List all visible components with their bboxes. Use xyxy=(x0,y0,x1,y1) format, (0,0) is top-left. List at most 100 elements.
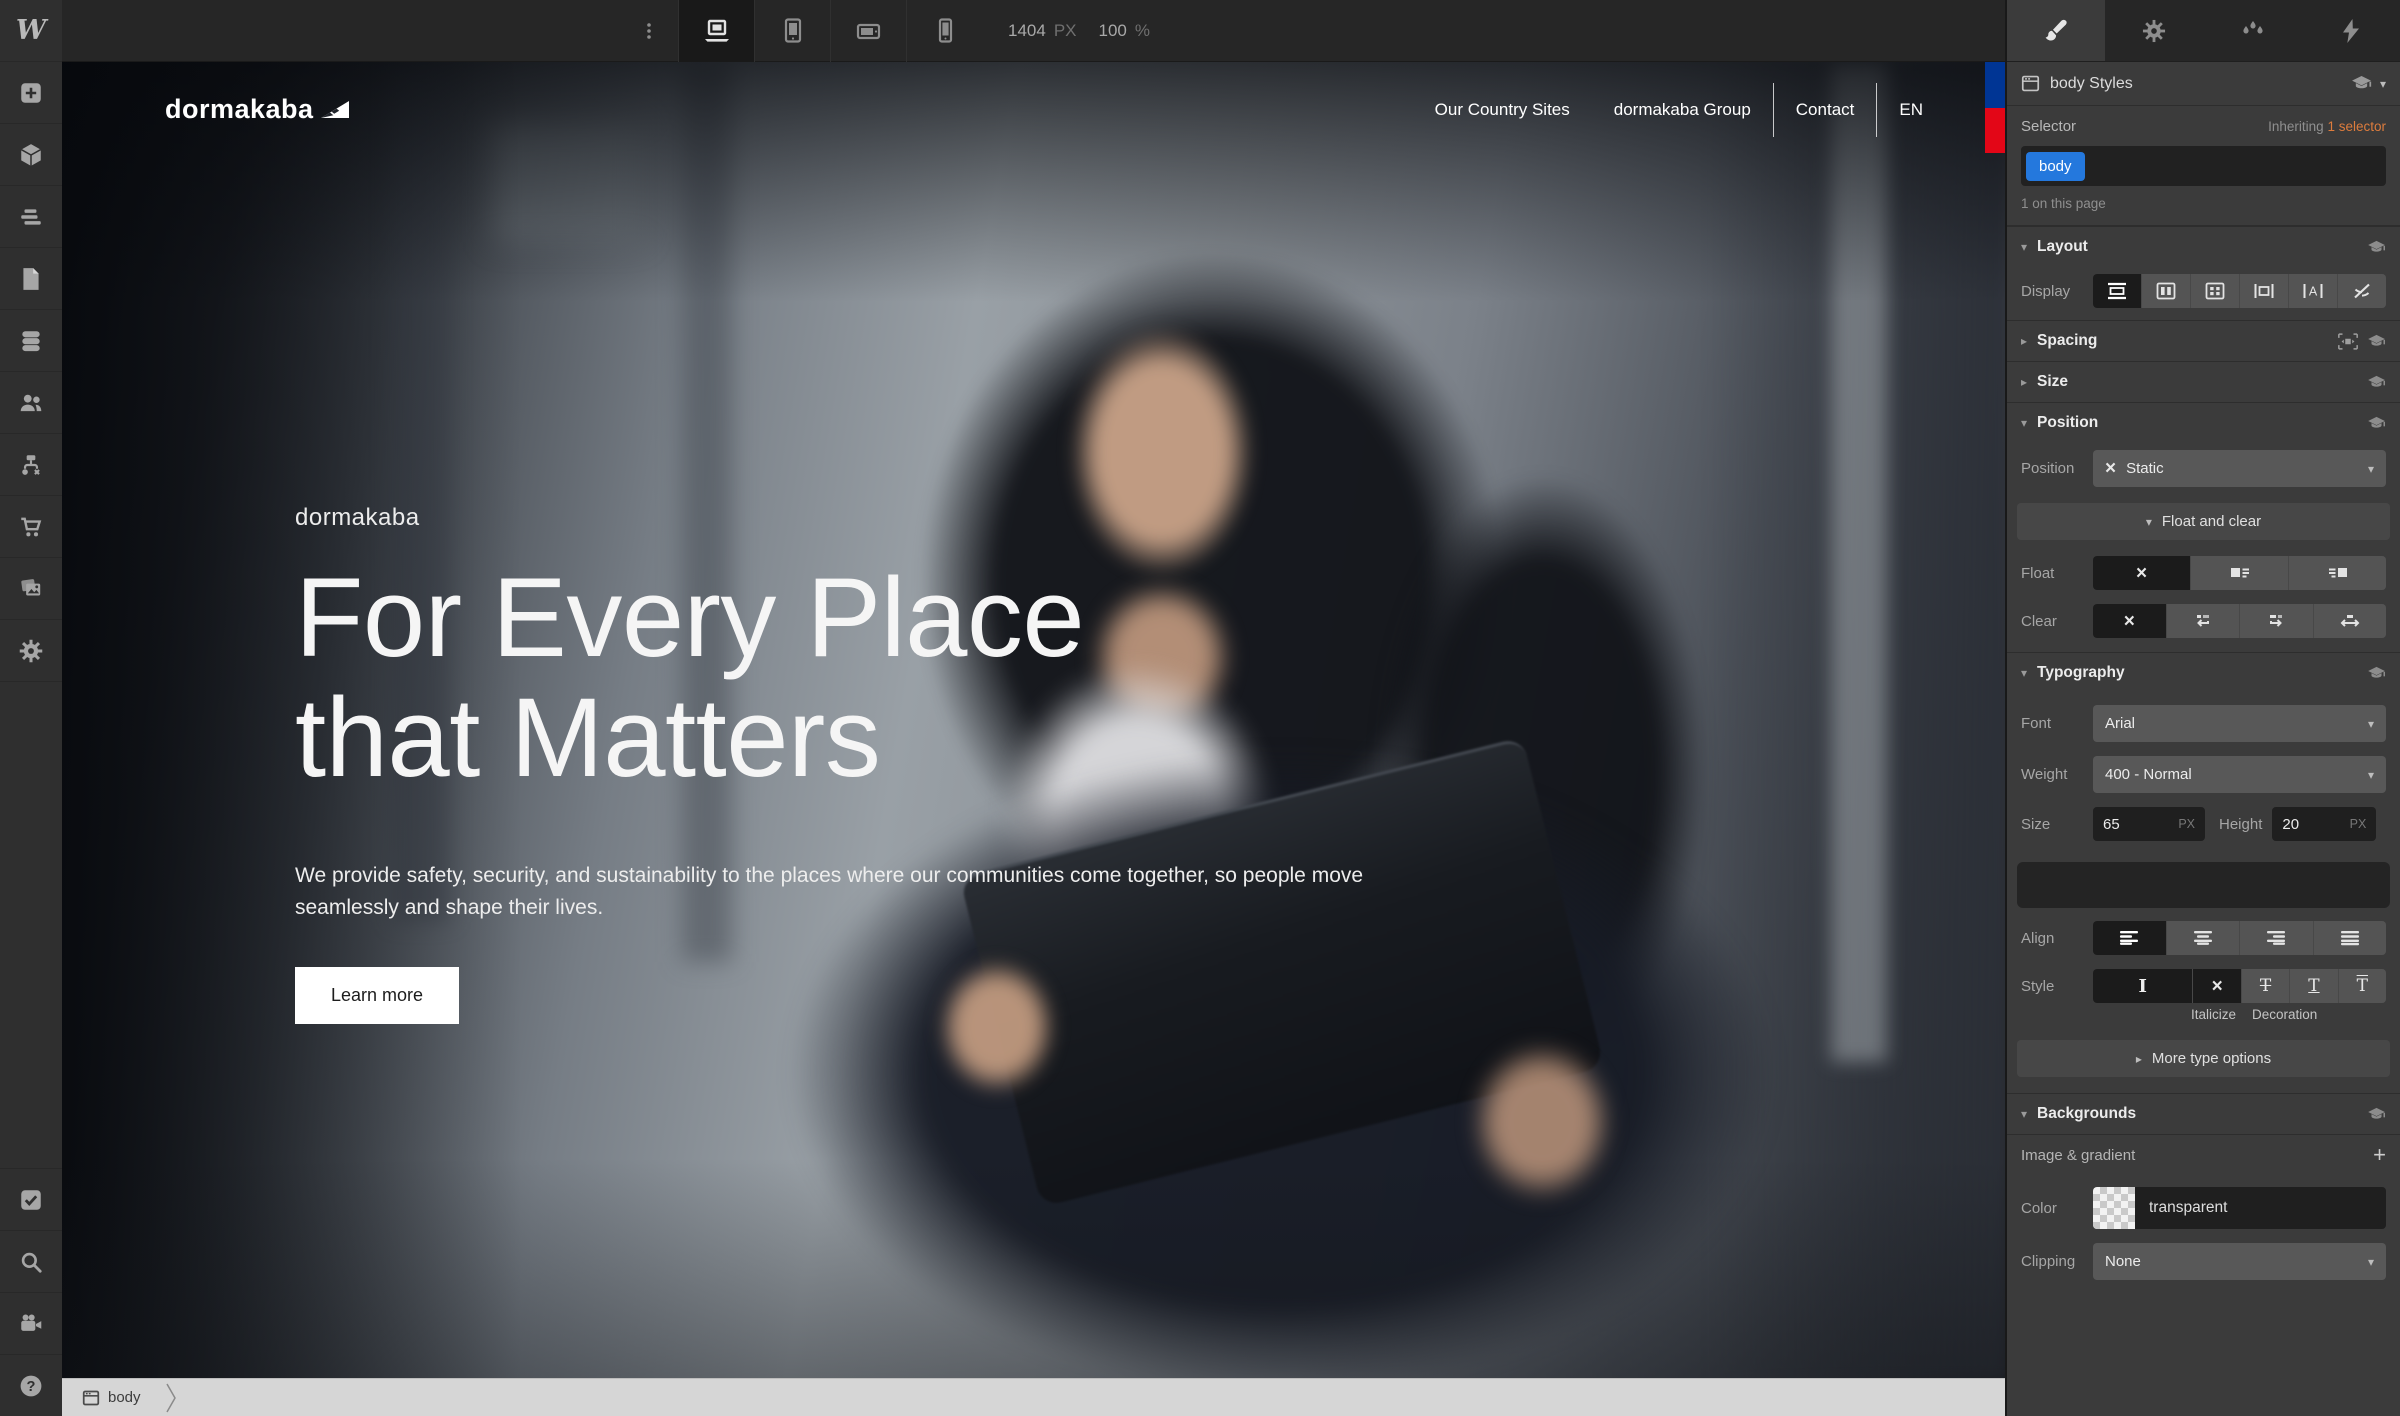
decoration-overline-button[interactable]: T xyxy=(2339,969,2386,1003)
italic-button[interactable]: I xyxy=(2093,969,2192,1003)
background-color-label: Color xyxy=(2021,1200,2093,1217)
font-size-input[interactable]: 65 PX xyxy=(2093,807,2205,841)
images-icon xyxy=(18,576,44,602)
selector-input[interactable]: body xyxy=(2021,146,2386,186)
spacing-box-icon[interactable] xyxy=(2337,333,2359,350)
section-spacing[interactable]: ▸ Spacing xyxy=(2007,320,2400,361)
clear-both-button[interactable] xyxy=(2314,604,2387,638)
decoration-underline-button[interactable]: T xyxy=(2290,969,2337,1003)
components-button[interactable] xyxy=(0,124,62,186)
plus-square-icon xyxy=(18,80,44,106)
display-none-button[interactable] xyxy=(2338,274,2386,308)
learn-cap-icon[interactable] xyxy=(2367,375,2386,390)
actions-tab[interactable] xyxy=(2302,0,2400,61)
weight-select[interactable]: 400 - Normal ▾ xyxy=(2093,756,2386,793)
clear-right-button[interactable] xyxy=(2240,604,2313,638)
section-position[interactable]: ▾ Position xyxy=(2007,402,2400,443)
learn-more-button[interactable]: Learn more xyxy=(295,967,459,1024)
tablet-preview-button[interactable] xyxy=(754,0,830,62)
video-tutorials-button[interactable] xyxy=(0,1292,62,1354)
learn-cap-icon[interactable] xyxy=(2367,240,2386,255)
clear-both-icon xyxy=(2339,613,2361,629)
line-height-input[interactable]: 20 PX xyxy=(2272,807,2376,841)
selector-section: Selector Inheriting 1 selector body 1 on… xyxy=(2007,106,2400,226)
canvas-zoom-value[interactable]: 100 xyxy=(1099,21,1127,41)
inheriting-count[interactable]: 1 selector xyxy=(2327,119,2386,134)
align-center-button[interactable] xyxy=(2167,921,2240,955)
help-button[interactable]: ? xyxy=(0,1354,62,1416)
display-block-button[interactable] xyxy=(2093,274,2141,308)
interactions-tab[interactable] xyxy=(2204,0,2302,61)
users-button[interactable] xyxy=(0,372,62,434)
more-type-options-button[interactable]: ▸ More type options xyxy=(2017,1040,2390,1077)
canvas-width-value[interactable]: 1404 xyxy=(1008,21,1046,41)
caret-right-icon: ▸ xyxy=(2021,375,2027,389)
phone-landscape-preview-button[interactable] xyxy=(830,0,906,62)
display-inline-button[interactable]: A xyxy=(2289,274,2337,308)
transparent-swatch[interactable] xyxy=(2093,1187,2135,1229)
database-icon xyxy=(18,328,44,354)
add-elements-button[interactable] xyxy=(0,62,62,124)
clear-none-button[interactable]: × xyxy=(2093,604,2166,638)
logic-button[interactable] xyxy=(0,434,62,496)
pages-button[interactable] xyxy=(0,248,62,310)
clipping-select[interactable]: None ▾ xyxy=(2093,1243,2386,1280)
align-left-button[interactable] xyxy=(2093,921,2166,955)
float-left-button[interactable] xyxy=(2191,556,2288,590)
ecommerce-button[interactable] xyxy=(0,496,62,558)
site-logo[interactable]: dormakaba xyxy=(165,94,350,125)
learn-cap-icon[interactable] xyxy=(2367,666,2386,681)
display-inline-block-button[interactable] xyxy=(2240,274,2288,308)
font-select[interactable]: Arial ▾ xyxy=(2093,705,2386,742)
nav-link-contact[interactable]: Contact xyxy=(1774,100,1877,120)
nav-link-country-sites[interactable]: Our Country Sites xyxy=(1413,100,1592,120)
decoration-none-button[interactable]: × xyxy=(2193,969,2240,1003)
section-layout[interactable]: ▾ Layout xyxy=(2007,226,2400,267)
text-color-field[interactable] xyxy=(2017,862,2390,908)
settings-tab[interactable] xyxy=(2105,0,2203,61)
decoration-strikethrough-button[interactable]: T xyxy=(2242,969,2289,1003)
learn-cap-icon[interactable] xyxy=(2367,334,2386,349)
phone-portrait-preview-button[interactable] xyxy=(906,0,982,62)
cms-button[interactable] xyxy=(0,310,62,372)
body-element-icon xyxy=(82,1390,100,1406)
display-grid-button[interactable] xyxy=(2191,274,2239,308)
panel-menu-chevron-icon[interactable]: ▾ xyxy=(2380,77,2386,91)
search-button[interactable] xyxy=(0,1230,62,1292)
selector-chip-body[interactable]: body xyxy=(2026,152,2085,181)
site-settings-button[interactable] xyxy=(0,620,62,682)
background-color-input[interactable]: transparent xyxy=(2093,1187,2386,1229)
add-background-button[interactable]: + xyxy=(2373,1144,2386,1166)
selector-label: Selector xyxy=(2021,118,2076,135)
display-flex-button[interactable] xyxy=(2142,274,2190,308)
kebab-menu-icon[interactable] xyxy=(620,0,678,62)
clipping-row: Clipping None ▾ xyxy=(2007,1236,2400,1287)
align-right-button[interactable] xyxy=(2240,921,2313,955)
design-canvas[interactable]: dormakaba Our Country Sites dormakaba Gr… xyxy=(62,62,2005,1378)
nav-language-selector[interactable]: EN xyxy=(1877,100,1945,120)
audit-button[interactable] xyxy=(0,1168,62,1230)
position-select[interactable]: × Static ▾ xyxy=(2093,450,2386,487)
webflow-logo[interactable]: W xyxy=(0,0,62,62)
clear-left-button[interactable] xyxy=(2167,604,2240,638)
learn-cap-icon[interactable] xyxy=(2367,1107,2386,1122)
float-none-button[interactable]: × xyxy=(2093,556,2190,590)
position-row: Position × Static ▾ xyxy=(2007,443,2400,494)
display-flex-icon xyxy=(2156,282,2176,300)
desktop-preview-button[interactable] xyxy=(678,0,754,62)
learn-cap-icon[interactable] xyxy=(2351,75,2372,92)
float-clear-toggle[interactable]: ▾ Float and clear xyxy=(2017,503,2390,540)
float-right-button[interactable] xyxy=(2289,556,2386,590)
section-backgrounds[interactable]: ▾ Backgrounds xyxy=(2007,1093,2400,1134)
align-justify-button[interactable] xyxy=(2314,921,2387,955)
section-typography[interactable]: ▾ Typography xyxy=(2007,652,2400,693)
assets-button[interactable] xyxy=(0,558,62,620)
nav-link-group[interactable]: dormakaba Group xyxy=(1592,100,1773,120)
style-tab[interactable] xyxy=(2007,0,2105,61)
inheriting-note[interactable]: Inheriting 1 selector xyxy=(2268,119,2386,134)
learn-cap-icon[interactable] xyxy=(2367,416,2386,431)
breadcrumb-body[interactable]: body xyxy=(82,1383,177,1413)
hero-eyebrow: dormakaba xyxy=(295,504,1400,532)
navigator-button[interactable] xyxy=(0,186,62,248)
section-size[interactable]: ▸ Size xyxy=(2007,361,2400,402)
